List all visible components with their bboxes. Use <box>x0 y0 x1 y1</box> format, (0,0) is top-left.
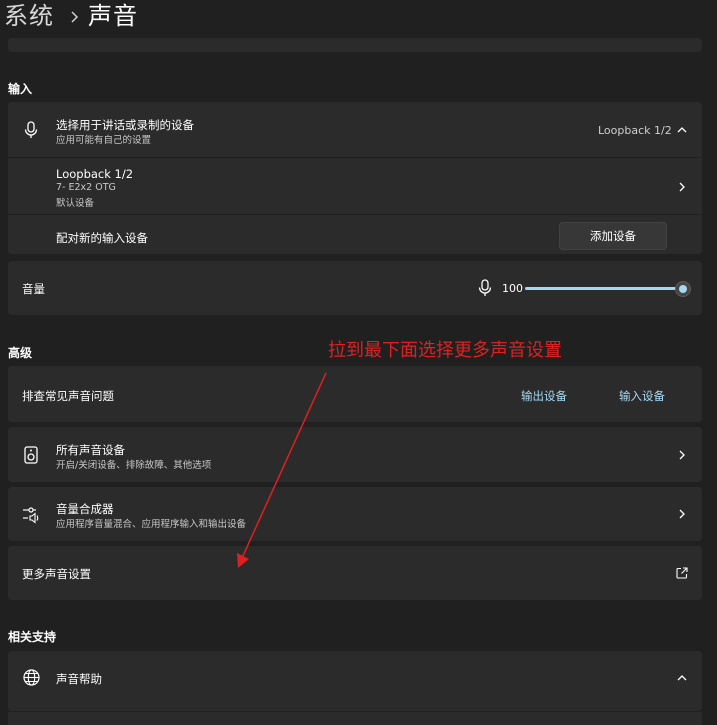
more-sound-settings-row[interactable] <box>8 546 702 600</box>
volume-slider-thumb[interactable] <box>675 281 691 297</box>
section-heading-advanced: 高级 <box>8 346 33 360</box>
instruction-annotation: 拉到最下面选择更多声音设置 <box>328 340 562 361</box>
chevron-right-icon <box>71 11 79 23</box>
input-device-name: Loopback 1/2 <box>56 167 134 181</box>
troubleshoot-input-link[interactable]: 输入设备 <box>619 388 665 404</box>
volume-label: 音量 <box>22 282 45 296</box>
volume-slider-fill <box>525 287 682 290</box>
globe-icon <box>23 669 40 686</box>
pair-input-device-label: 配对新的输入设备 <box>56 231 148 245</box>
input-device-status: 默认设备 <box>56 198 95 209</box>
all-sound-devices-subtitle: 开启/关闭设备、排除故障、其他选项 <box>56 460 212 471</box>
chevron-right-icon <box>679 450 685 460</box>
breadcrumb-parent[interactable]: 系统 <box>4 0 54 32</box>
troubleshoot-label: 排查常见声音问题 <box>22 389 114 403</box>
mixer-icon <box>23 507 39 524</box>
more-sound-settings-label: 更多声音设置 <box>22 567 91 581</box>
input-device-select-subtitle: 应用可能有自己的设置 <box>56 135 152 146</box>
external-link-icon <box>676 567 688 579</box>
previous-card <box>8 38 702 52</box>
page-title: 声音 <box>88 2 138 30</box>
all-sound-devices-title: 所有声音设备 <box>56 443 125 457</box>
add-device-button[interactable]: 添加设备 <box>559 222 667 250</box>
input-device-selected-value: Loopback 1/2 <box>598 124 672 137</box>
input-device-select-title: 选择用于讲话或录制的设备 <box>56 118 194 132</box>
sound-help-row[interactable] <box>8 651 702 711</box>
sound-help-expanded-area <box>8 712 702 725</box>
section-heading-input: 输入 <box>8 82 33 96</box>
microphone-icon <box>24 121 38 138</box>
chevron-right-icon <box>679 182 685 192</box>
chevron-right-icon <box>679 509 685 519</box>
volume-value: 100 <box>502 282 523 295</box>
speaker-icon <box>24 446 38 464</box>
volume-slider-track[interactable] <box>525 287 682 290</box>
sound-help-label: 声音帮助 <box>56 672 102 686</box>
troubleshoot-output-link[interactable]: 输出设备 <box>521 388 567 404</box>
microphone-icon[interactable] <box>478 279 492 297</box>
section-heading-related-support: 相关支持 <box>8 630 57 644</box>
chevron-up-icon[interactable] <box>676 124 688 136</box>
chevron-up-icon[interactable] <box>676 672 688 684</box>
volume-mixer-subtitle: 应用程序音量混合、应用程序输入和输出设备 <box>56 519 247 530</box>
input-device-model: 7- E2x2 OTG <box>56 182 116 193</box>
volume-mixer-title: 音量合成器 <box>56 502 114 516</box>
